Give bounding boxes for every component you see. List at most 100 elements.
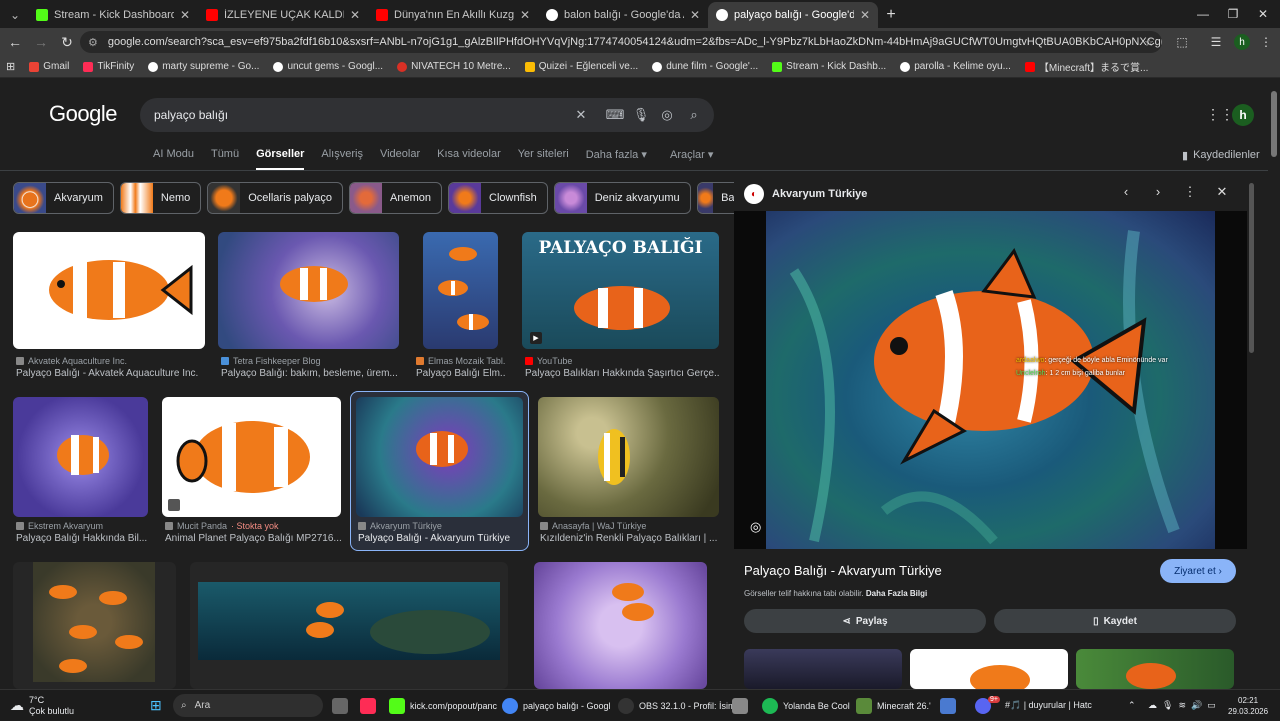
result-image-10[interactable] <box>190 562 508 689</box>
taskbar-item-obs[interactable]: OBS 32.1.0 - Profil: İsim <box>618 690 736 721</box>
preview-title[interactable]: Palyaço Balığı - Akvaryum Türkiye <box>744 563 942 578</box>
result-caption[interactable]: Palyaço Balığı - Akvatek Aquaculture Inc… <box>16 368 206 379</box>
tab-youtube-2[interactable]: Dünya'nın En Akıllı Kuzgununu ✕ <box>368 2 538 28</box>
tab-youtube-1[interactable]: İZLEYENE UÇAK KALDIRMAYI Ö ✕ <box>198 2 368 28</box>
result-source[interactable]: Anasayfa | WaJ Türkiye <box>540 521 720 531</box>
bookmark-dune[interactable]: dune film - Google'... <box>652 61 758 72</box>
bookmark-minecraft[interactable]: 【Minecraft】まるで賞... <box>1024 59 1148 74</box>
back-icon[interactable]: ← <box>2 29 28 55</box>
reload-icon[interactable]: ↻ <box>54 29 80 55</box>
result-image-9[interactable] <box>13 562 176 689</box>
saved-button[interactable]: ▮ Kaydedilenler <box>1182 149 1260 162</box>
filter-all[interactable]: Tümü <box>211 148 239 170</box>
taskbar-search[interactable]: ⌕ Ara <box>173 694 323 717</box>
lens-icon[interactable]: ◎ <box>750 519 761 535</box>
weather-widget[interactable]: ☁ 7°C Çok bulutlu <box>10 690 74 721</box>
visit-button[interactable]: Ziyaret et › <box>1160 559 1236 583</box>
close-icon[interactable]: ✕ <box>1212 184 1232 200</box>
page-scrollbar[interactable] <box>1268 79 1280 689</box>
forward-icon[interactable]: → <box>28 29 54 55</box>
save-button[interactable]: ▯ Kaydet <box>994 609 1236 633</box>
clear-icon[interactable]: ✕ <box>568 98 594 132</box>
store-icon[interactable] <box>732 690 748 721</box>
result-source[interactable]: YouTube <box>525 356 719 366</box>
media-control-icon[interactable]: ☰ <box>1202 28 1230 56</box>
result-image-2[interactable] <box>218 232 399 349</box>
result-image-5[interactable] <box>13 397 148 517</box>
close-window-icon[interactable]: ✕ <box>1246 0 1280 28</box>
preview-header[interactable]: ◐ Akvaryum Türkiye <box>744 184 867 204</box>
extensions-icon[interactable]: ⬚ <box>1168 28 1196 56</box>
taskbar-item-kick[interactable]: kick.com/popout/panc <box>389 690 497 721</box>
tab-google-balon[interactable]: balon balığı - Google'da Ara ✕ <box>538 2 708 28</box>
chip-deniz-akvaryumu[interactable]: Deniz akvaryumu <box>553 182 691 214</box>
result-source[interactable]: Mucit Panda · Stokta yok <box>165 521 343 531</box>
related-thumbnail[interactable] <box>744 649 902 689</box>
chip-ocellaris[interactable]: Ocellaris palyaço <box>207 182 344 214</box>
bookmark-marty[interactable]: marty supreme - Go... <box>148 61 259 72</box>
tray-icons[interactable]: ☁ 🎙 ≋ 🔊 ▭ <box>1148 690 1216 721</box>
result-image-7[interactable] <box>356 397 523 517</box>
google-logo[interactable]: Google <box>49 101 117 127</box>
filter-shopping[interactable]: Alışveriş <box>321 148 363 170</box>
tray-chevron-icon[interactable]: ⌃ <box>1128 690 1136 721</box>
address-bar[interactable]: ⚙ google.com/search?sca_esv=ef975ba2fdf1… <box>80 31 1162 53</box>
tab-google-palyaco[interactable]: palyaço balığı - Google'da Ara ✕ <box>708 2 878 28</box>
filter-images[interactable]: Görseller <box>256 148 305 170</box>
menu-icon[interactable]: ⋮ <box>1252 28 1280 56</box>
filter-more[interactable]: Daha fazla ▾ <box>586 148 647 170</box>
close-icon[interactable]: ✕ <box>690 8 700 22</box>
microphone-icon[interactable]: 🎙 <box>628 98 654 132</box>
share-button[interactable]: ⋖ Paylaş <box>744 609 986 633</box>
tiktok-icon[interactable] <box>360 690 376 721</box>
search-icon[interactable]: ⌕ <box>681 98 707 132</box>
result-source[interactable]: Akvaryum Türkiye <box>358 521 524 531</box>
result-image-6[interactable] <box>162 397 341 517</box>
keyboard-icon[interactable]: ⌨ <box>602 98 628 132</box>
bookmark-nivatech[interactable]: NIVATECH 10 Metre... <box>397 61 511 72</box>
panel-scrollbar[interactable] <box>1249 183 1254 353</box>
site-info-icon[interactable]: ⚙ <box>88 36 98 49</box>
result-image-3[interactable] <box>423 232 498 349</box>
result-image-4[interactable]: PALYAÇO BALIĞI ▶ <box>522 232 719 349</box>
bookmark-parolla[interactable]: parolla - Kelime oyu... <box>900 61 1011 72</box>
result-caption[interactable]: Palyaço Balıkları Hakkında Şaşırtıcı Ger… <box>525 368 719 379</box>
taskbar-item-chrome[interactable]: palyaço balığı - Googl <box>502 690 611 721</box>
close-icon[interactable]: ✕ <box>180 8 190 22</box>
filter-places[interactable]: Yer siteleri <box>518 148 569 170</box>
bookmark-quizei[interactable]: Quizei - Eğlenceli ve... <box>524 61 638 72</box>
close-icon[interactable]: ✕ <box>860 8 870 22</box>
taskbar-item-minecraft[interactable]: Minecraft 26.' <box>856 690 931 721</box>
previous-icon[interactable]: ‹ <box>1116 184 1136 199</box>
result-source[interactable]: Elmas Mozaik Tabl... <box>416 356 506 366</box>
bookmark-kick[interactable]: Stream - Kick Dashb... <box>772 61 886 72</box>
related-thumbnail[interactable] <box>1076 649 1234 689</box>
preview-image[interactable]: ardaalwo: gerçeği de böyle abla Eminönün… <box>734 211 1247 549</box>
result-image-11[interactable] <box>534 562 707 689</box>
result-image-8[interactable] <box>538 397 719 517</box>
result-caption[interactable]: Palyaço Balığı Elm... <box>416 368 506 379</box>
start-button[interactable]: ⊞ <box>150 690 162 721</box>
result-source[interactable]: Tetra Fishkeeper Blog <box>221 356 401 366</box>
new-tab-button[interactable]: + <box>878 2 904 28</box>
app-icon[interactable] <box>940 690 956 721</box>
chip-anemon[interactable]: Anemon <box>349 182 442 214</box>
close-icon[interactable]: ✕ <box>350 8 360 22</box>
avatar[interactable]: h <box>1232 104 1254 126</box>
taskbar-item-discord[interactable]: 9+ #🎵 | duyurular | Hatc <box>975 690 1092 721</box>
tab-search-icon[interactable]: ⌄ <box>2 2 28 28</box>
next-icon[interactable]: › <box>1148 184 1168 199</box>
lens-icon[interactable]: ◎ <box>654 98 680 132</box>
filter-videos[interactable]: Videolar <box>380 148 420 170</box>
restore-icon[interactable]: ❐ <box>1216 0 1250 28</box>
result-image-1[interactable] <box>13 232 205 349</box>
result-caption[interactable]: Palyaço Balığı: bakım, besleme, ürem... <box>221 368 401 379</box>
bookmark-tikfinity[interactable]: TikFinity <box>83 61 134 72</box>
filter-short-videos[interactable]: Kısa videolar <box>437 148 501 170</box>
bookmark-uncut-gems[interactable]: uncut gems - Googl... <box>273 61 383 72</box>
result-source[interactable]: Ekstrem Akvaryum <box>16 521 151 531</box>
chip-akvaryum[interactable]: Akvaryum <box>13 182 114 214</box>
task-view-icon[interactable] <box>332 690 348 721</box>
filter-ai-mode[interactable]: AI Modu <box>153 148 194 170</box>
close-icon[interactable]: ✕ <box>520 8 530 22</box>
